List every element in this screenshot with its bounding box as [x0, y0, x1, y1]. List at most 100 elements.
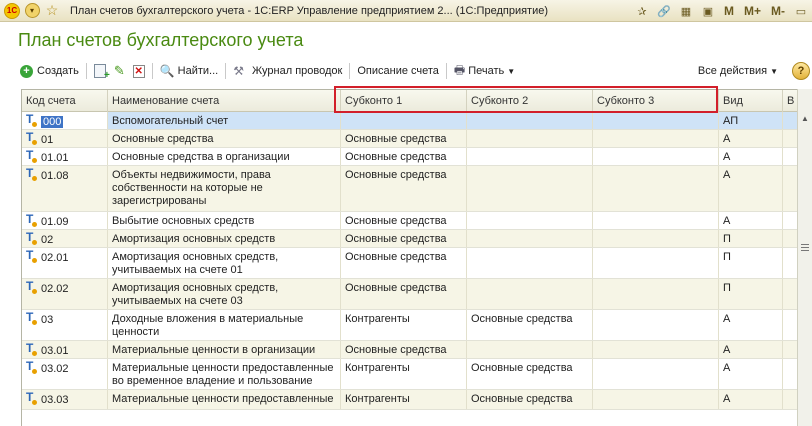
account-code: 02.02: [41, 283, 69, 295]
cell-subconto-2: [467, 112, 593, 129]
cell-subconto-1: Основные средства: [341, 341, 467, 358]
account-code: 01.09: [41, 216, 69, 228]
cell-subconto-3: [593, 248, 719, 278]
table-row[interactable]: 01.09 Выбытие основных средствОсновные ср…: [22, 212, 799, 230]
separator: [85, 63, 87, 79]
col-header-code[interactable]: Код счета: [22, 90, 108, 112]
separator: [225, 63, 227, 79]
table-row[interactable]: 01 Основные средстваОсновные средства А: [22, 130, 799, 148]
chevron-down-icon: ▼: [507, 66, 516, 76]
edit-button[interactable]: ✎: [110, 61, 129, 81]
account-t-icon: [26, 213, 38, 227]
table-row[interactable]: 03.03 Материальные ценности предоставленн…: [22, 390, 799, 410]
account-code: 03.01: [41, 345, 69, 357]
memory-minus-button[interactable]: M-: [771, 4, 785, 18]
cell-subconto-3: [593, 148, 719, 165]
scroll-grip-icon: [801, 244, 809, 245]
account-t-icon: [26, 167, 38, 181]
col-header-name[interactable]: Наименование счета: [108, 90, 341, 112]
cell-name: Материальные ценности предоставленные во…: [108, 359, 341, 389]
favorites-star-icon[interactable]: ☆: [44, 2, 60, 19]
memory-plus-button[interactable]: M+: [744, 4, 761, 18]
add-favorite-icon[interactable]: ✰: [633, 3, 651, 19]
pencil-icon: ✎: [113, 63, 125, 78]
cell-name: Материальные ценности в организации: [108, 341, 341, 358]
find-label: Найти...: [177, 65, 219, 77]
cell-subconto-2: [467, 166, 593, 211]
cell-subconto-1: [341, 112, 467, 129]
account-code: 02: [41, 234, 54, 246]
cell-name: Амортизация основных средств, учитываемы…: [108, 279, 341, 309]
table-row[interactable]: 03.01 Материальные ценности в организации…: [22, 341, 799, 359]
cell-name: Материальные ценности предоставленные: [108, 390, 341, 409]
scroll-grip-icon: [801, 250, 809, 251]
print-button[interactable]: 🖶 Печать ▼: [450, 61, 519, 81]
cell-code: 03.02: [22, 359, 108, 389]
table-row[interactable]: 02.01 Амортизация основных средств, учиты…: [22, 248, 799, 279]
cell-kind: А: [719, 130, 783, 147]
memory-m-button[interactable]: M: [724, 4, 734, 18]
accounts-table[interactable]: Код счета Наименование счета Субконто 1 …: [21, 89, 799, 426]
table-row[interactable]: 02.02 Амортизация основных средств, учиты…: [22, 279, 799, 310]
account-code: 03: [41, 314, 54, 326]
cell-subconto-3: [593, 130, 719, 147]
cell-code: 03: [22, 310, 108, 340]
cell-subconto-1: Основные средства: [341, 130, 467, 147]
help-button[interactable]: ?: [792, 62, 810, 80]
separator: [151, 63, 153, 79]
create-button[interactable]: + Создать: [16, 61, 83, 81]
account-code: 02.01: [41, 252, 69, 264]
cell-name: Амортизация основных средств, учитываемы…: [108, 248, 341, 278]
vertical-scrollbar[interactable]: ▲: [797, 89, 812, 426]
col-header-kind[interactable]: Вид: [719, 90, 783, 112]
delete-button[interactable]: ✕: [129, 61, 149, 81]
table-row[interactable]: 03.02 Материальные ценности предоставленн…: [22, 359, 799, 390]
all-actions-button[interactable]: Все действия ▼: [694, 60, 782, 82]
table-row[interactable]: 000 Вспомогательный счет АП: [22, 112, 799, 130]
cell-subconto-1: Основные средства: [341, 230, 467, 247]
link-icon[interactable]: 🔗: [655, 3, 673, 19]
cell-subconto-2: [467, 230, 593, 247]
main-menu-icon[interactable]: ▾: [24, 3, 40, 19]
cell-name: Объекты недвижимости, права собственност…: [108, 166, 341, 211]
account-t-icon: [26, 311, 38, 325]
command-bar: + Создать ✎ ✕ 🔍 Найти... ⚒ Журнал провод…: [16, 60, 812, 82]
cell-subconto-1: Основные средства: [341, 148, 467, 165]
cell-subconto-3: [593, 166, 719, 211]
table-row[interactable]: 02 Амортизация основных средствОсновные с…: [22, 230, 799, 248]
account-t-icon: [26, 360, 38, 374]
cell-code: 01.01: [22, 148, 108, 165]
table-row[interactable]: 03 Доходные вложения в материальные ценно…: [22, 310, 799, 341]
cell-subconto-3: [593, 230, 719, 247]
cell-code: 000: [22, 112, 108, 129]
account-t-icon: [26, 280, 38, 294]
find-button[interactable]: 🔍 Найти...: [156, 61, 223, 81]
highlight-frame: [334, 86, 718, 113]
scroll-up-icon[interactable]: ▲: [798, 111, 812, 125]
cell-subconto-2: Основные средства: [467, 310, 593, 340]
table-row[interactable]: 01.08 Объекты недвижимости, права собстве…: [22, 166, 799, 212]
cell-kind: П: [719, 248, 783, 278]
cell-subconto-3: [593, 390, 719, 409]
window-title: План счетов бухгалтерского учета - 1С:ER…: [70, 4, 549, 17]
cancel-search-button[interactable]: ⚒: [229, 61, 248, 81]
window-menu-icon[interactable]: ▭: [792, 3, 810, 19]
cell-name: Доходные вложения в материальные ценност…: [108, 310, 341, 340]
calendar-icon[interactable]: ▣: [699, 3, 717, 19]
cell-subconto-1: Основные средства: [341, 166, 467, 211]
account-description-button[interactable]: Описание счета: [353, 61, 443, 81]
new-document-icon: [93, 64, 110, 81]
table-row[interactable]: 01.01 Основные средства в организацииОсно…: [22, 148, 799, 166]
cell-subconto-2: [467, 130, 593, 147]
separator: [445, 63, 447, 79]
calculator-icon[interactable]: ▦: [677, 3, 695, 19]
cell-subconto-1: Контрагенты: [341, 390, 467, 409]
cell-subconto-1: Основные средства: [341, 279, 467, 309]
app-logo-icon[interactable]: 1С: [4, 2, 20, 19]
all-actions-label: Все действия: [697, 65, 768, 77]
journal-button[interactable]: Журнал проводок: [248, 61, 346, 81]
cell-kind: А: [719, 166, 783, 211]
cell-code: 03.01: [22, 341, 108, 358]
create-group-button[interactable]: [90, 61, 110, 81]
cell-code: 02.02: [22, 279, 108, 309]
